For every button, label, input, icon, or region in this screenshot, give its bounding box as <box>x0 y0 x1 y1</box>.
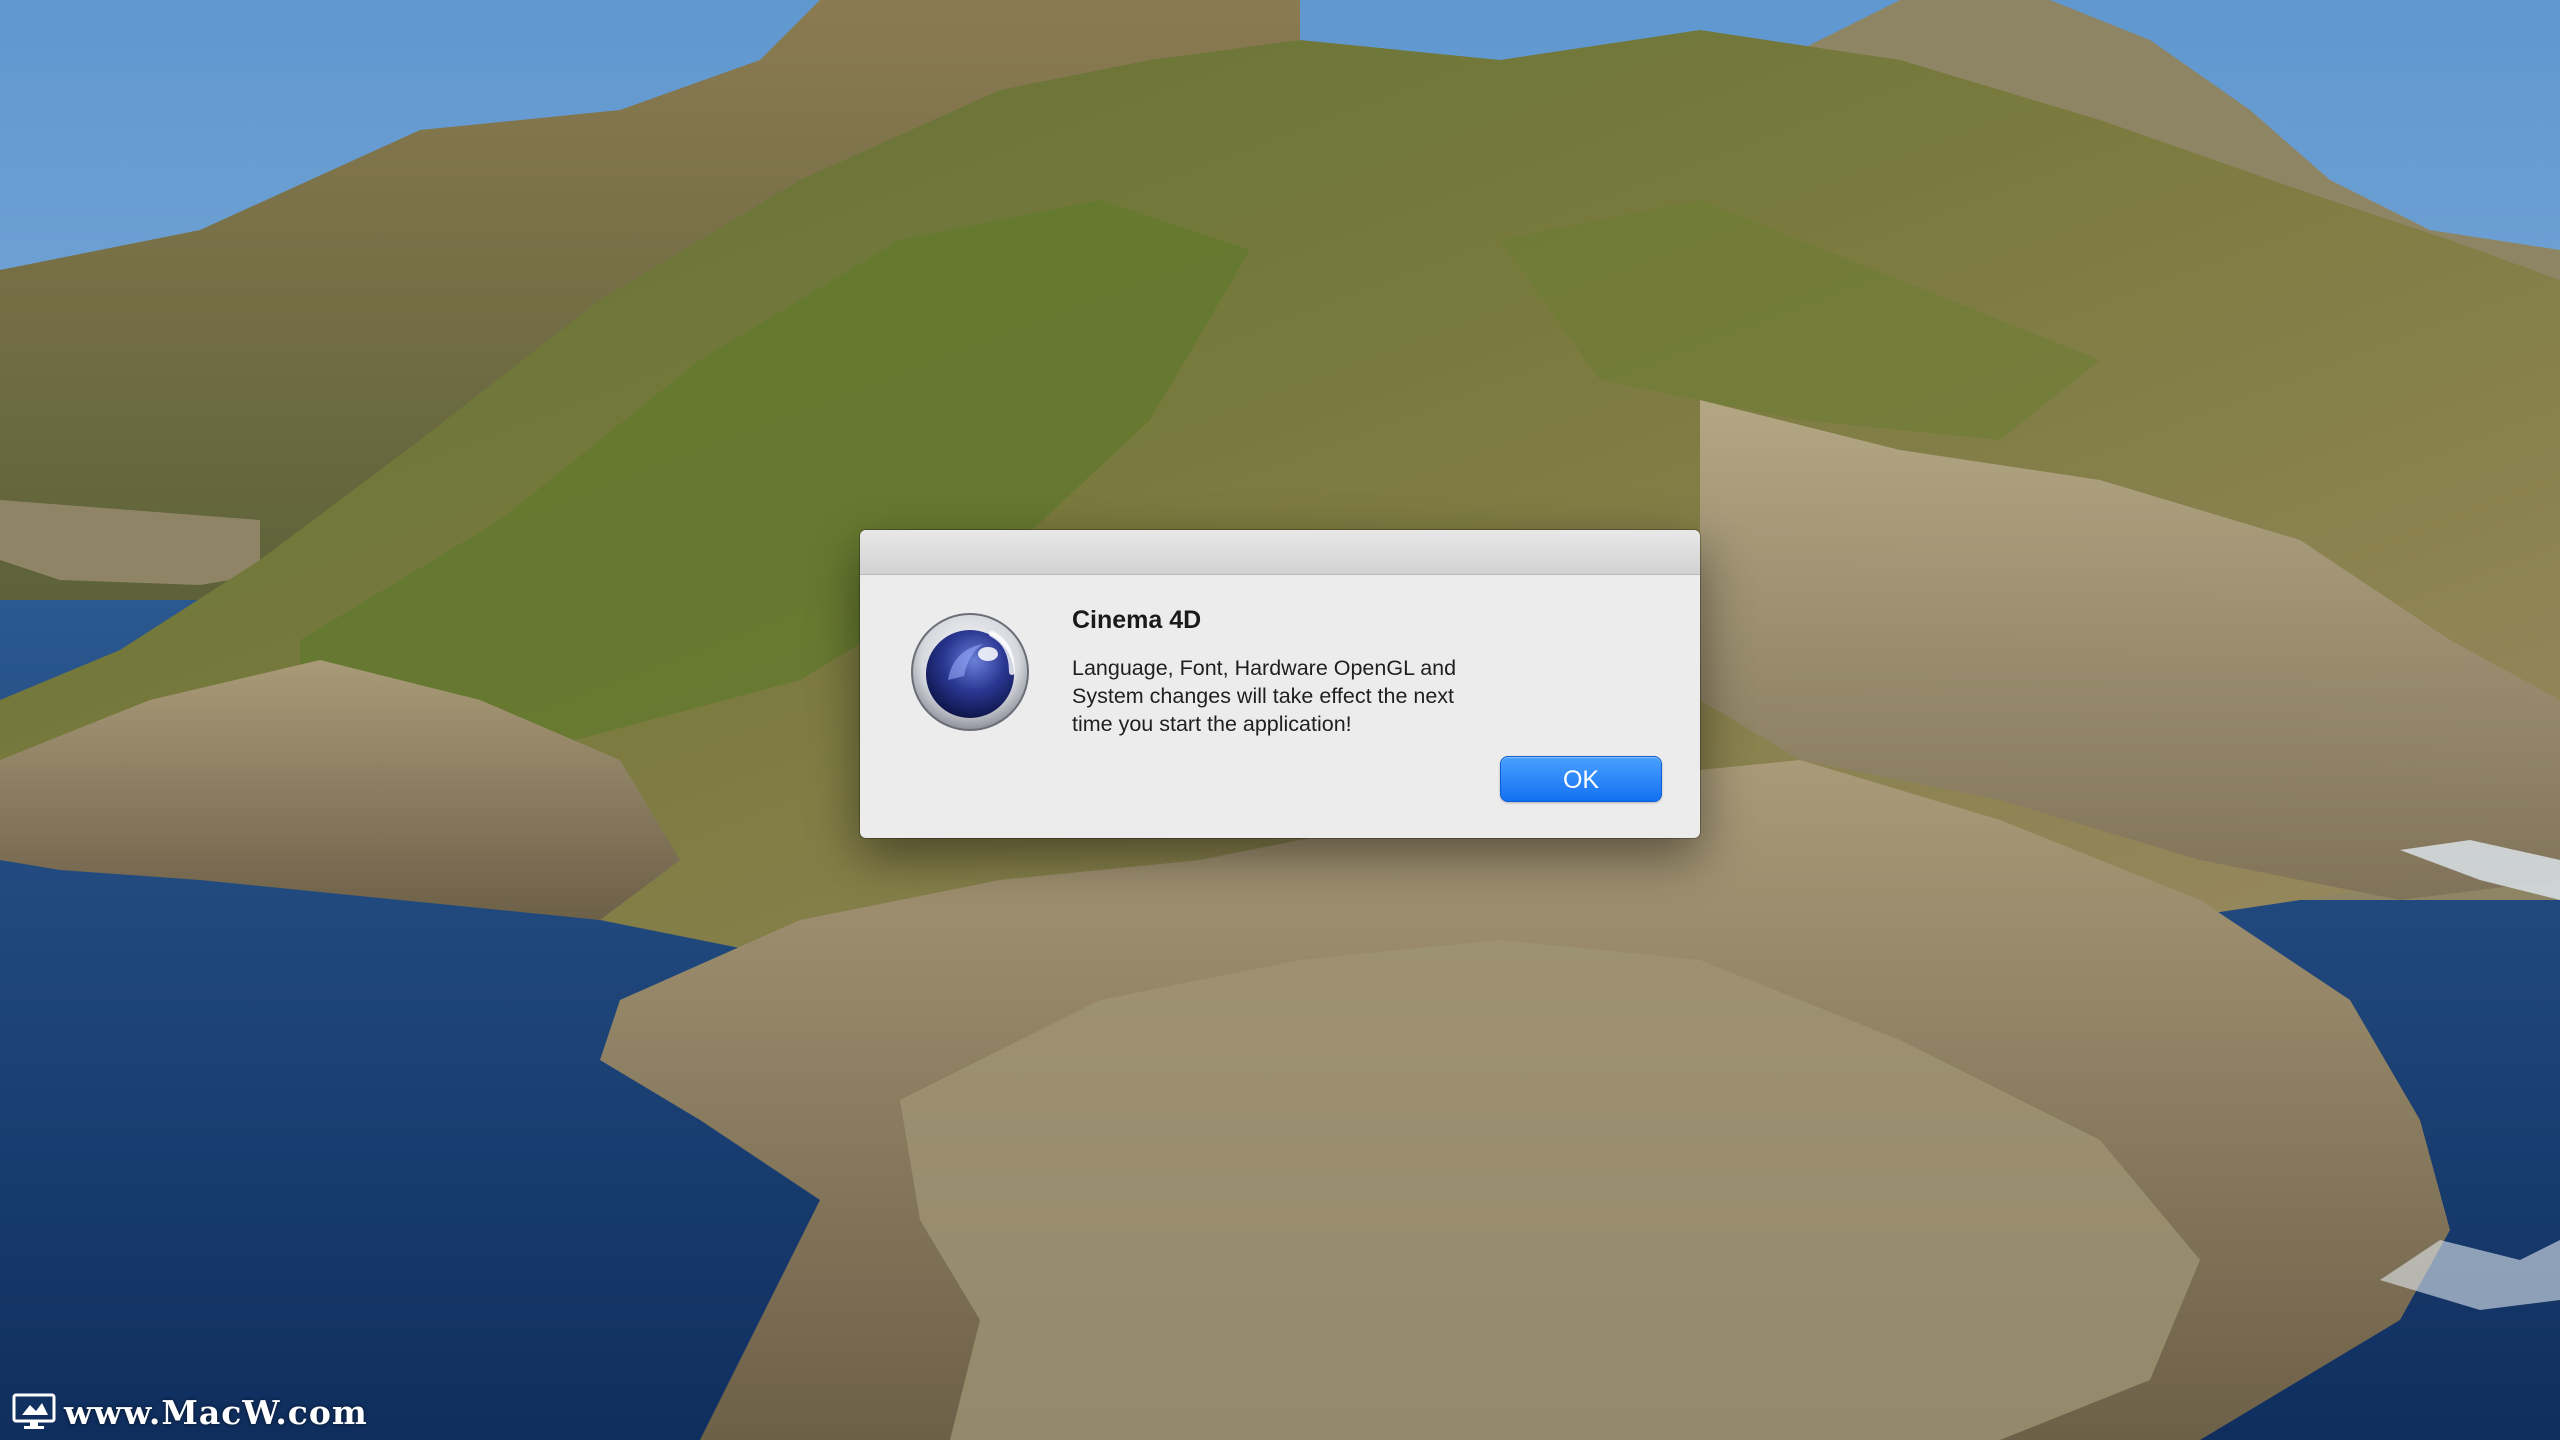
cinema-4d-icon <box>911 613 1029 731</box>
watermark-text: www.MacW.com <box>64 1392 368 1432</box>
alert-dialog: Cinema 4D Language, Font, Hardware OpenG… <box>860 530 1700 838</box>
desktop: Cinema 4D Language, Font, Hardware OpenG… <box>0 0 2560 1440</box>
dialog-titlebar[interactable] <box>860 530 1700 575</box>
ok-button[interactable]: OK <box>1500 756 1662 802</box>
watermark: www.MacW.com <box>12 1390 368 1434</box>
dialog-message: Language, Font, Hardware OpenGL and Syst… <box>1072 656 1457 736</box>
monitor-icon <box>12 1393 56 1429</box>
dialog-title: Cinema 4D <box>1072 606 1202 634</box>
